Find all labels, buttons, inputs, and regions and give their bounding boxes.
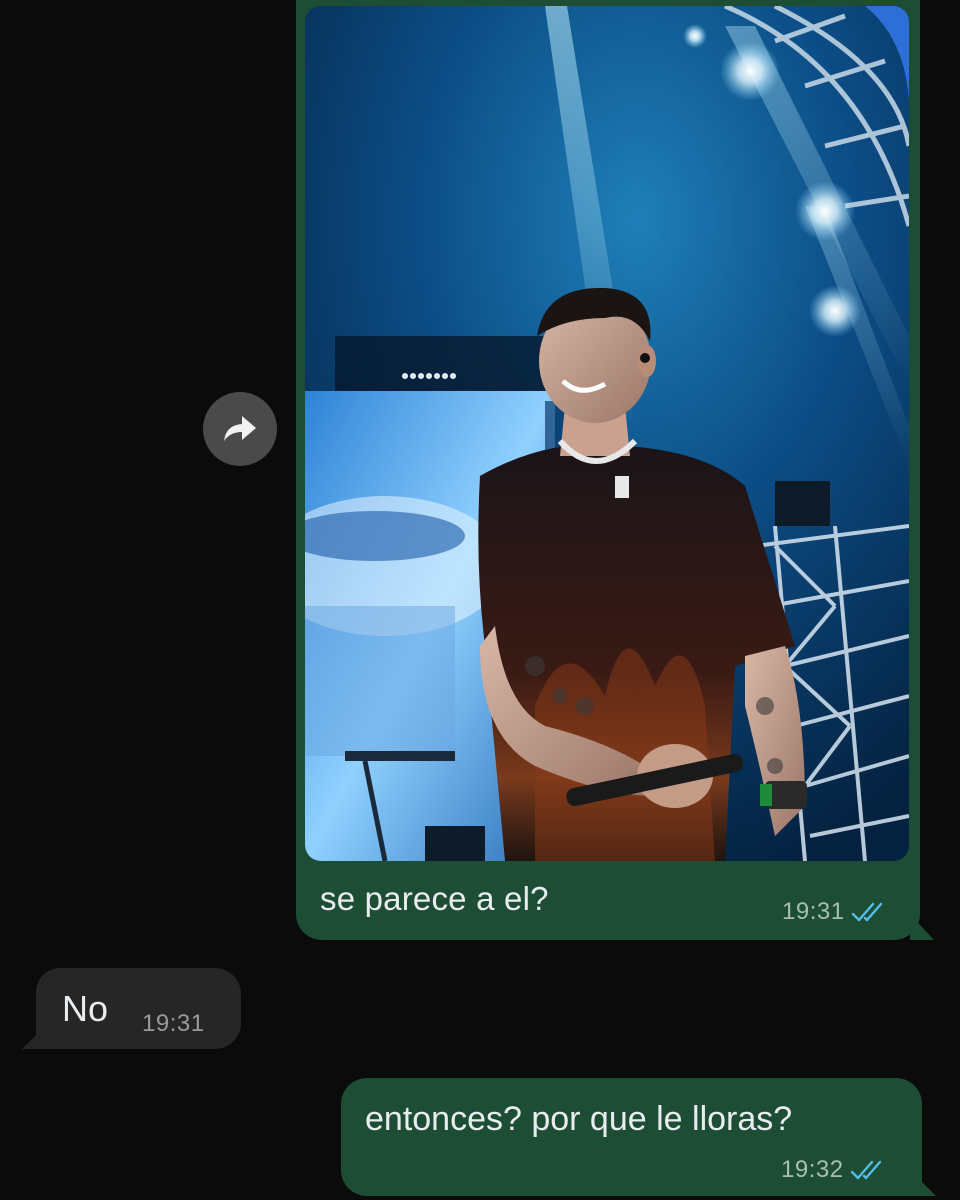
outgoing-message[interactable]: entonces? por que le lloras? 19:32 <box>341 1078 936 1196</box>
message-meta: 19:31 <box>782 898 891 926</box>
message-time: 19:32 <box>781 1156 844 1183</box>
concert-photo-image <box>305 6 909 861</box>
bubble-tail <box>22 1025 46 1049</box>
incoming-message[interactable]: No 19:31 <box>22 968 241 1049</box>
outgoing-image-message[interactable]: se parece a el? 19:31 <box>296 0 934 940</box>
message-meta: 19:31 <box>142 1010 205 1038</box>
message-time: 19:31 <box>782 898 845 925</box>
bubble-tail <box>910 914 934 940</box>
bubble-tail <box>912 1172 936 1196</box>
forward-button[interactable] <box>203 392 277 466</box>
double-check-icon <box>850 1160 881 1180</box>
double-check-icon <box>851 902 882 922</box>
message-meta: 19:32 <box>781 1156 890 1184</box>
message-text: No <box>62 988 109 1029</box>
message-time: 19:31 <box>142 1010 205 1037</box>
shared-photo[interactable] <box>305 6 909 861</box>
forward-arrow-icon <box>224 416 256 441</box>
message-text: entonces? por que le lloras? <box>365 1100 793 1138</box>
message-caption: se parece a el? <box>320 880 549 917</box>
